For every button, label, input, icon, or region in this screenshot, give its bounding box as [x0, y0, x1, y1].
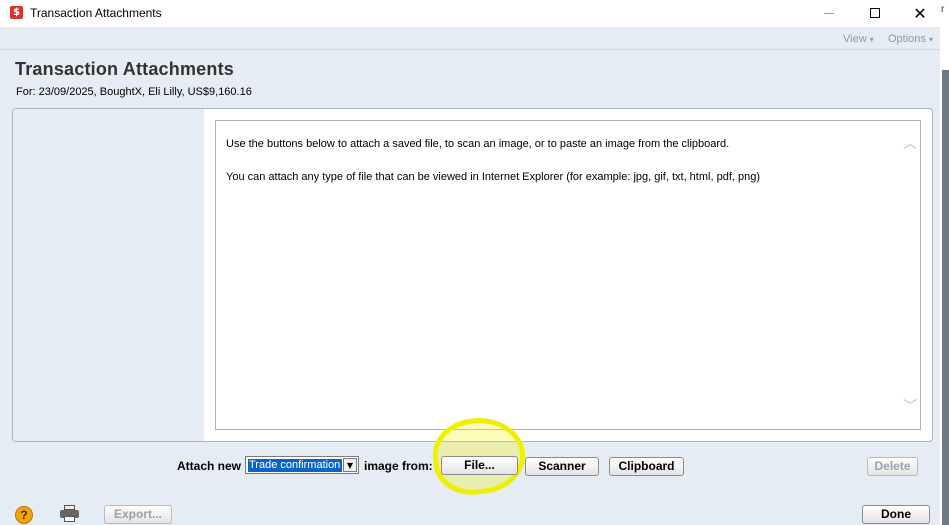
- chevron-down-icon: ▾: [869, 35, 874, 44]
- dropdown-arrow-icon[interactable]: ▼: [343, 458, 357, 472]
- header-divider: [0, 26, 940, 27]
- background-window-edge: r: [940, 0, 949, 525]
- close-icon: ✕: [913, 3, 927, 23]
- close-button[interactable]: ✕: [897, 0, 943, 26]
- options-menu[interactable]: Options ▾: [888, 33, 933, 45]
- attachment-type-select[interactable]: Trade confirmation ▼: [245, 456, 359, 474]
- chevron-down-icon: ▾: [928, 35, 933, 44]
- background-window-border: [942, 70, 949, 525]
- export-button[interactable]: Export...: [104, 505, 172, 524]
- view-menu-label: View: [843, 33, 867, 45]
- minimize-button[interactable]: [806, 0, 852, 26]
- delete-button[interactable]: Delete: [867, 457, 918, 476]
- page-title: Transaction Attachments: [15, 59, 234, 79]
- scroll-up-icon[interactable]: ︿: [903, 133, 917, 153]
- done-button[interactable]: Done: [862, 505, 930, 524]
- maximize-button[interactable]: [852, 0, 898, 26]
- attach-new-label: Attach new: [177, 459, 242, 473]
- view-menu[interactable]: View ▾: [843, 33, 874, 45]
- help-icon[interactable]: ?: [15, 506, 33, 524]
- minimize-icon: [824, 12, 834, 14]
- scanner-button[interactable]: Scanner: [525, 457, 599, 476]
- menu-divider: [0, 49, 940, 50]
- options-menu-label: Options: [888, 33, 926, 45]
- scroll-down-icon[interactable]: ﹀: [903, 396, 917, 416]
- window-title: Transaction Attachments: [30, 6, 162, 20]
- attachment-viewer[interactable]: Use the buttons below to attach a saved …: [215, 120, 921, 430]
- printer-icon-paper: [64, 516, 75, 522]
- transaction-subtitle: For: 23/09/2025, BoughtX, Eli Lilly, US$…: [16, 86, 252, 98]
- clipboard-button[interactable]: Clipboard: [609, 457, 684, 476]
- maximize-icon: [870, 8, 880, 18]
- attachment-list[interactable]: [13, 109, 204, 441]
- instructions-line-2: You can attach any type of file that can…: [226, 171, 760, 183]
- instructions-line-1: Use the buttons below to attach a saved …: [226, 138, 730, 150]
- file-button[interactable]: File...: [441, 456, 518, 475]
- image-from-label: image from:: [364, 459, 433, 473]
- attachments-panel: Use the buttons below to attach a saved …: [12, 108, 933, 442]
- printer-icon[interactable]: [60, 505, 79, 522]
- app-icon: $: [10, 6, 23, 19]
- title-bar: $ Transaction Attachments ✕: [0, 0, 940, 26]
- background-window-letter: r: [941, 4, 945, 15]
- attachment-type-value: Trade confirmation: [247, 458, 343, 473]
